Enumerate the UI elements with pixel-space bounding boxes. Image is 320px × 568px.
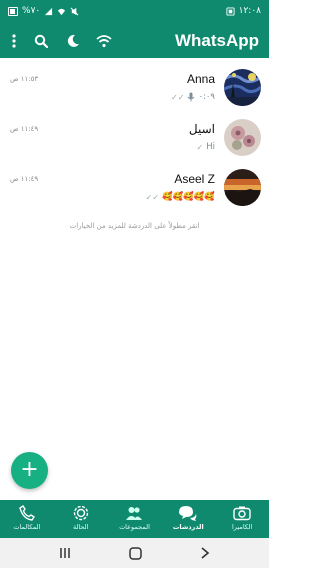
- read-ticks-icon: ✓✓: [171, 92, 185, 102]
- moon-icon[interactable]: [64, 32, 82, 50]
- mic-icon: [188, 92, 195, 102]
- signal-icon: [45, 7, 53, 15]
- chat-preview: ✓✓ 🥰🥰🥰🥰🥰: [146, 192, 215, 202]
- nav-label: المجموعات: [119, 523, 150, 531]
- nav-camera[interactable]: الكاميرا: [215, 500, 269, 538]
- chat-time: ١١:٥٣ ص: [10, 75, 39, 83]
- status-right: ١٢:٠٨: [226, 6, 261, 16]
- read-ticks-icon: ✓✓: [145, 192, 160, 202]
- chat-name: اسيل: [188, 122, 215, 136]
- status-time: ١٢:٠٨: [238, 6, 261, 16]
- phone-icon: [19, 505, 35, 521]
- nav-label: الدردشات: [172, 523, 204, 531]
- avatar[interactable]: [224, 169, 261, 206]
- status-left: %٧٠: [8, 6, 79, 16]
- system-nav-bar: [0, 538, 269, 568]
- more-vert-icon[interactable]: [5, 32, 23, 50]
- voice-duration: ٠:٠٩: [198, 92, 215, 102]
- chat-preview: ✓✓ ٠:٠٩: [171, 92, 215, 102]
- chat-time: ١١:٤٩ ص: [10, 125, 39, 133]
- nav-status[interactable]: الحالة: [54, 500, 108, 538]
- mute-icon: [70, 7, 79, 15]
- search-icon[interactable]: [32, 32, 50, 50]
- battery-percent: %٧٠: [22, 6, 41, 16]
- chat-row[interactable]: اسيل ١١:٤٩ ص ✓ Hi: [0, 119, 269, 171]
- avatar[interactable]: [224, 119, 261, 156]
- message-preview: Hi: [206, 142, 215, 152]
- chats-icon: [179, 506, 197, 521]
- home-icon[interactable]: [129, 546, 142, 560]
- wifi-icon[interactable]: [95, 32, 113, 50]
- wifi-status-icon: [58, 8, 66, 15]
- chat-row[interactable]: Anna ١١:٥٣ ص ✓✓ ٠:٠٩: [0, 69, 269, 121]
- chat-preview: ✓ Hi: [197, 142, 215, 152]
- chat-name: Anna: [186, 72, 215, 86]
- camera-icon: [233, 506, 251, 521]
- nav-label: الحالة: [72, 523, 89, 531]
- nav-calls[interactable]: المكالمات: [0, 500, 54, 538]
- chat-row[interactable]: Aseel Z ١١:٤٩ ص ✓✓ 🥰🥰🥰🥰🥰: [0, 169, 269, 221]
- nav-label: المكالمات: [13, 523, 41, 531]
- chat-time: ١١:٤٩ ص: [10, 175, 39, 183]
- status-bar: %٧٠ ١٢:٠٨: [0, 0, 269, 24]
- nav-chats[interactable]: الدردشات: [161, 500, 215, 538]
- status-icon: [73, 505, 88, 521]
- back-icon[interactable]: [200, 547, 210, 559]
- recent-apps-icon[interactable]: [59, 547, 71, 559]
- chat-name: Aseel Z: [174, 172, 215, 186]
- new-chat-button[interactable]: +: [11, 452, 48, 489]
- battery-icon: [8, 6, 18, 16]
- app-title: WhatsApp: [174, 31, 259, 50]
- nav-label: الكاميرا: [231, 523, 253, 531]
- nav-groups[interactable]: المجموعات: [108, 500, 162, 538]
- screenshot-icon: [226, 6, 235, 16]
- avatar[interactable]: [224, 69, 261, 106]
- app-bar: WhatsApp: [0, 24, 269, 58]
- read-ticks-icon: ✓: [196, 142, 204, 152]
- bottom-nav: المكالمات الحالة المجموعات الدردشات الكا…: [0, 500, 269, 538]
- long-press-hint: انقر مطولاً على الدردشة للمزيد من الخيار…: [69, 222, 200, 230]
- groups-icon: [126, 507, 143, 520]
- message-preview: 🥰🥰🥰🥰🥰: [162, 192, 215, 202]
